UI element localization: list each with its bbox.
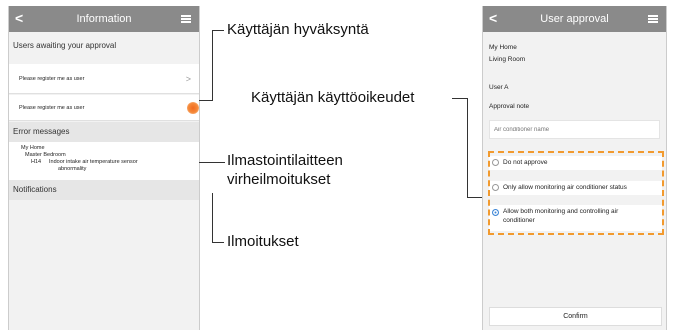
annotation-leader xyxy=(212,193,213,242)
error-room: Master Bedroom xyxy=(25,152,66,158)
annotation-leader xyxy=(212,30,213,101)
error-description: Indoor intake air temperature sensor xyxy=(49,159,138,165)
request-label: Please register me as user xyxy=(19,76,85,82)
annotation-user-permissions: Käyttäjän käyttöoikeudet xyxy=(251,89,415,106)
approval-request-row[interactable]: Please register me as user xyxy=(9,95,199,121)
approval-note-input[interactable] xyxy=(489,120,660,139)
annotation-user-approval: Käyttäjän hyväksyntä xyxy=(227,21,369,38)
user-approval-title: User approval xyxy=(540,13,609,25)
chevron-right-icon: > xyxy=(185,74,191,84)
information-screen: < Information Users awaiting your approv… xyxy=(8,6,200,330)
annotation-leader xyxy=(199,162,225,163)
approval-section-title: Users awaiting your approval xyxy=(13,41,117,50)
approval-request-row[interactable]: Please register me as user > xyxy=(9,64,199,94)
annotation-error-line2: virheilmoitukset xyxy=(227,171,331,188)
user-name: User A xyxy=(489,84,509,91)
annotation-leader xyxy=(452,98,468,99)
hamburger-menu-icon[interactable] xyxy=(648,15,658,23)
error-home: My Home xyxy=(21,145,45,151)
hamburger-menu-icon[interactable] xyxy=(181,15,191,23)
request-label: Please register me as user xyxy=(19,105,85,111)
notifications-section-title[interactable]: Notifications xyxy=(9,180,199,200)
user-approval-header: < User approval xyxy=(483,6,666,32)
permissions-highlight-box xyxy=(488,151,664,235)
error-message-item[interactable]: My Home Master Bedroom H14 Indoor intake… xyxy=(9,142,199,180)
error-code: H14 xyxy=(31,159,42,165)
annotation-leader xyxy=(467,98,468,198)
highlight-dot-icon xyxy=(187,102,199,114)
room-name: Living Room xyxy=(489,56,526,63)
annotation-leader xyxy=(212,242,224,243)
confirm-button[interactable]: Confirm xyxy=(489,307,662,326)
error-section-title: Error messages xyxy=(9,122,199,142)
annotation-leader xyxy=(199,100,212,101)
home-name: My Home xyxy=(489,44,517,51)
annotation-leader xyxy=(212,30,224,31)
approval-note-label: Approval note xyxy=(489,103,530,110)
information-header: < Information xyxy=(9,6,199,32)
annotation-notifications: Ilmoitukset xyxy=(227,233,299,250)
annotation-error-line1: Ilmastointilaitteen xyxy=(227,152,343,169)
error-description-cont: abnormality xyxy=(58,166,87,172)
information-title: Information xyxy=(76,13,132,25)
